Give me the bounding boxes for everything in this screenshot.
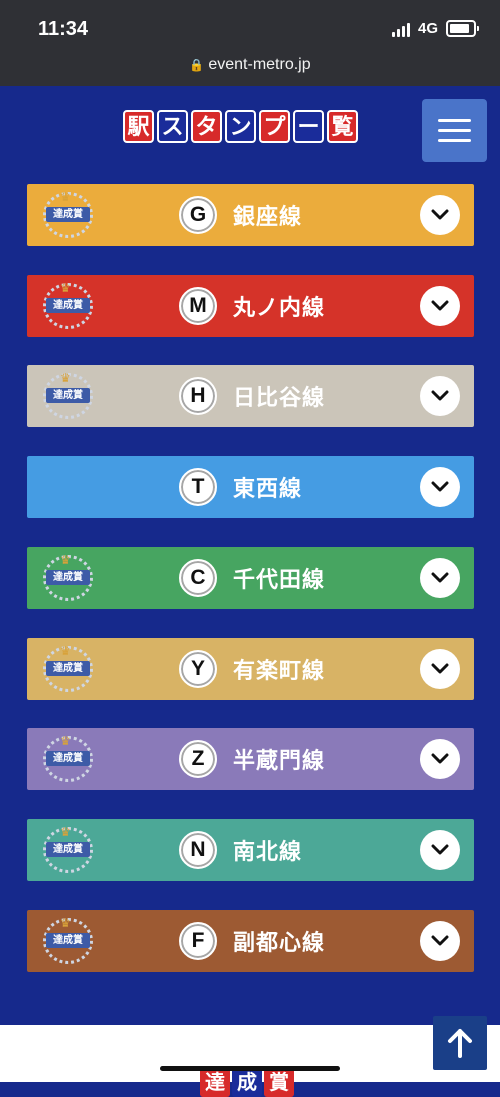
footer-title-char: 達 [200, 1067, 230, 1097]
line-row[interactable]: ♛ 達成賞 N 南北線 [27, 818, 474, 881]
page-title: 駅スタンプー覧 [123, 110, 358, 143]
line-row[interactable]: ♛ 達成賞 C 千代田線 [27, 546, 474, 609]
badge-label: 達成賞 [46, 751, 90, 767]
status-bar: 11:34 4G 🔒 event-metro.jp [0, 0, 500, 86]
line-row[interactable]: T 東西線 [27, 456, 474, 519]
address-bar[interactable]: 🔒 event-metro.jp [0, 56, 500, 74]
chevron-down-icon [431, 753, 449, 764]
chevron-down-icon [431, 300, 449, 311]
crown-icon: ♛ [60, 190, 71, 204]
chevron-down-icon [431, 844, 449, 855]
crown-icon: ♛ [60, 552, 71, 567]
badge-label: 達成賞 [46, 569, 90, 585]
crown-icon: ♛ [60, 734, 71, 749]
footer: 達成賞 [0, 1025, 500, 1097]
footer-title-char: 成 [232, 1067, 262, 1097]
footer-title-char: 賞 [264, 1067, 294, 1097]
line-name: 副都心線 [233, 930, 326, 956]
badge-label: 達成賞 [46, 297, 90, 313]
line-symbol: F [179, 921, 217, 960]
url-text: event-metro.jp [208, 56, 311, 73]
line-name: 半蔵門線 [233, 749, 326, 775]
line-symbol: M [179, 286, 217, 325]
chevron-down-icon [431, 935, 449, 946]
achievement-badge: ♛ 達成賞 [40, 643, 96, 695]
line-name: 銀座線 [233, 205, 303, 230]
crown-icon: ♛ [60, 371, 71, 386]
page-title-char: ン [225, 110, 256, 143]
achievement-badge: ♛ 達成賞 [40, 733, 96, 785]
page-title-char: 覧 [327, 110, 358, 143]
network-type: 4G [417, 20, 438, 37]
badge-label: 達成賞 [46, 207, 90, 222]
page-title-char: ー [293, 110, 324, 143]
badge-label: 達成賞 [46, 841, 90, 857]
chevron-down-icon [431, 572, 449, 583]
expand-button[interactable] [420, 648, 460, 689]
line-name: 有楽町線 [233, 658, 326, 684]
expand-button[interactable] [420, 467, 460, 508]
achievement-badge: ♛ 達成賞 [40, 189, 96, 241]
line-symbol: T [179, 468, 217, 507]
expand-button[interactable] [420, 285, 460, 326]
badge-label: 達成賞 [46, 660, 90, 676]
line-row[interactable]: ♛ 達成賞 M 丸ノ内線 [27, 274, 474, 337]
footer-award-title: 達成賞 [200, 1067, 294, 1097]
page-title-char: タ [191, 110, 222, 143]
line-name: 千代田線 [233, 567, 326, 593]
home-indicator [160, 1066, 340, 1071]
badge-label: 達成賞 [46, 388, 90, 404]
page-title-char: プ [259, 110, 290, 143]
line-row[interactable]: ♛ 達成賞 Y 有楽町線 [27, 637, 474, 700]
crown-icon: ♛ [60, 824, 71, 839]
status-time: 11:34 [38, 18, 89, 40]
expand-button[interactable] [420, 195, 460, 235]
battery-icon [446, 20, 479, 37]
chevron-down-icon [431, 390, 449, 401]
line-name: 丸ノ内線 [233, 295, 326, 321]
expand-button[interactable] [420, 920, 460, 961]
line-row[interactable]: ♛ 達成賞 F 副都心線 [27, 909, 474, 972]
chevron-down-icon [431, 663, 449, 673]
line-row[interactable]: ♛ 達成賞 Z 半蔵門線 [27, 728, 474, 791]
achievement-badge: ♛ 達成賞 [40, 915, 96, 967]
line-symbol: Y [179, 649, 217, 688]
hamburger-menu-button[interactable] [422, 99, 487, 162]
crown-icon: ♛ [60, 643, 71, 658]
expand-button[interactable] [420, 829, 460, 870]
scroll-to-top-button[interactable] [433, 1016, 487, 1070]
signal-icon [391, 21, 410, 37]
achievement-badge: ♛ 達成賞 [40, 370, 96, 422]
achievement-badge: ♛ 達成賞 [40, 280, 96, 332]
line-name: 東西線 [233, 477, 303, 503]
lock-icon: 🔒 [189, 58, 205, 72]
page-header: 駅スタンプー覧 [0, 86, 500, 176]
achievement-badge: ♛ 達成賞 [40, 824, 96, 876]
line-row[interactable]: ♛ 達成賞 G 銀座線 [27, 184, 474, 246]
line-symbol: C [179, 558, 217, 597]
line-symbol: G [179, 196, 217, 234]
chevron-down-icon [431, 481, 449, 492]
page-title-char: 駅 [123, 110, 154, 143]
line-name: 南北線 [233, 839, 303, 865]
expand-button[interactable] [420, 739, 460, 780]
line-symbol: Z [179, 740, 217, 779]
status-indicators: 4G [391, 20, 479, 37]
crown-icon: ♛ [60, 915, 71, 930]
page-title-char: ス [157, 110, 188, 143]
expand-button[interactable] [420, 557, 460, 598]
badge-label: 達成賞 [46, 932, 90, 948]
line-name: 日比谷線 [233, 386, 326, 412]
achievement-badge: ♛ 達成賞 [40, 552, 96, 604]
crown-icon: ♛ [60, 280, 71, 295]
arrow-up-icon [448, 1029, 472, 1058]
line-row[interactable]: ♛ 達成賞 H 日比谷線 [27, 365, 474, 428]
line-symbol: H [179, 377, 217, 416]
expand-button[interactable] [420, 376, 460, 417]
line-symbol: N [179, 830, 217, 869]
chevron-down-icon [431, 209, 449, 220]
